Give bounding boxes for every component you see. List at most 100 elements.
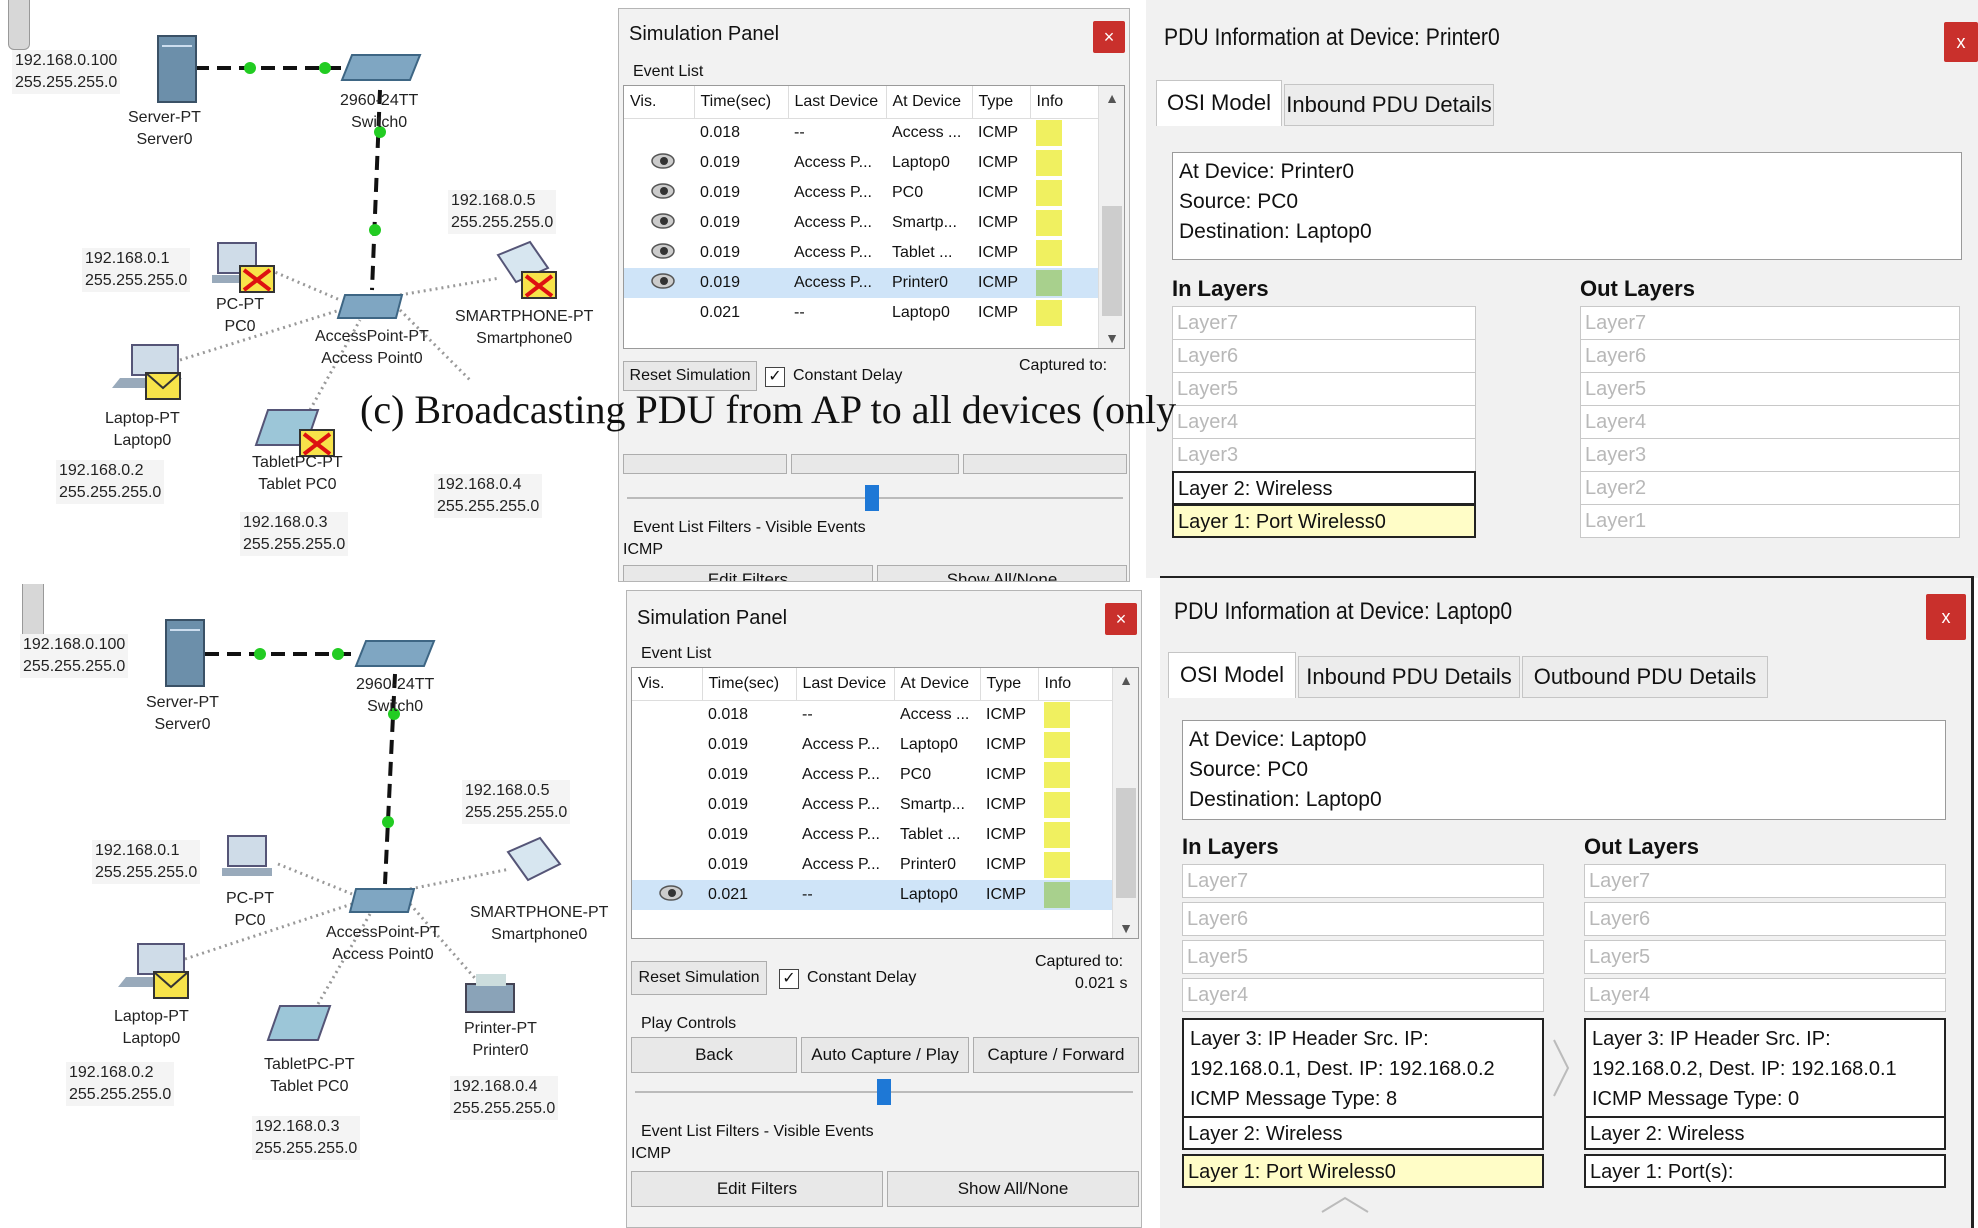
col-at[interactable]: At Device <box>886 86 973 119</box>
col-last[interactable]: Last Device <box>796 668 895 701</box>
layer-7[interactable]: Layer7 <box>1580 306 1960 340</box>
col-last[interactable]: Last Device <box>788 86 887 119</box>
event-row[interactable]: 0.019 Access P... Tablet ... ICMP <box>632 820 1138 850</box>
event-vis[interactable] <box>632 790 702 820</box>
event-vis[interactable] <box>624 118 694 148</box>
event-row[interactable]: 0.019 Access P... Printer0 ICMP <box>632 850 1138 880</box>
event-row[interactable]: 0.019 Access P... Tablet ... ICMP <box>624 238 1124 268</box>
col-vis[interactable]: Vis. <box>632 668 703 701</box>
eye-icon[interactable] <box>650 182 676 200</box>
layer-6[interactable]: Layer6 <box>1182 902 1544 936</box>
play-button[interactable] <box>623 454 787 474</box>
in-layer-2[interactable]: Layer 2: Wireless <box>1182 1116 1544 1150</box>
edit-filters-button[interactable]: Edit Filters <box>623 565 873 581</box>
event-list[interactable]: Vis. Time(sec) Last Device At Device Typ… <box>623 85 1125 349</box>
event-vis[interactable] <box>624 208 694 238</box>
auto-capture-button[interactable]: Auto Capture / Play <box>801 1037 969 1073</box>
event-vis[interactable] <box>632 850 702 880</box>
col-at[interactable]: At Device <box>894 668 981 701</box>
event-vis[interactable] <box>632 880 702 910</box>
layer-5[interactable]: Layer5 <box>1580 372 1960 406</box>
col-type[interactable]: Type <box>972 86 1031 119</box>
col-vis[interactable]: Vis. <box>624 86 695 119</box>
col-time[interactable]: Time(sec) <box>694 86 789 119</box>
out-layer-3[interactable]: Layer 3: IP Header Src. IP: 192.168.0.2,… <box>1584 1018 1946 1118</box>
event-row[interactable]: 0.019 Access P... Laptop0 ICMP <box>624 148 1124 178</box>
scroll-down-icon[interactable]: ▼ <box>1099 330 1124 346</box>
scroll-thumb[interactable] <box>1116 788 1136 898</box>
info-color-swatch[interactable] <box>1044 732 1070 758</box>
event-row[interactable]: 0.018 -- Access ... ICMP <box>632 700 1138 730</box>
back-button[interactable]: Back <box>631 1037 797 1073</box>
event-vis[interactable] <box>624 148 694 178</box>
speed-slider-knob[interactable] <box>865 485 879 511</box>
info-color-swatch[interactable] <box>1036 180 1062 206</box>
speed-slider-knob[interactable] <box>877 1079 891 1105</box>
info-color-swatch[interactable] <box>1036 300 1062 326</box>
scroll-down-icon[interactable]: ▼ <box>1113 920 1138 936</box>
constant-delay-checkbox[interactable]: ✓ <box>779 969 799 989</box>
layer-2[interactable]: Layer2 <box>1580 471 1960 505</box>
layer-4[interactable]: Layer4 <box>1172 405 1476 439</box>
info-color-swatch[interactable] <box>1036 270 1062 296</box>
layer-4[interactable]: Layer4 <box>1580 405 1960 439</box>
layer-6[interactable]: Layer6 <box>1584 902 1946 936</box>
layer-1[interactable]: Layer1 <box>1580 504 1960 538</box>
close-button[interactable]: x <box>1926 594 1966 640</box>
info-color-swatch[interactable] <box>1036 210 1062 236</box>
constant-delay-checkbox[interactable]: ✓ <box>765 367 785 387</box>
col-time[interactable]: Time(sec) <box>702 668 797 701</box>
eye-icon[interactable] <box>658 884 684 902</box>
info-color-swatch[interactable] <box>1036 120 1062 147</box>
out-layer-2[interactable]: Layer 2: Wireless <box>1584 1116 1946 1150</box>
event-vis[interactable] <box>624 298 694 328</box>
close-button[interactable]: × <box>1093 21 1125 53</box>
event-list-scrollbar[interactable]: ▲ ▼ <box>1098 86 1124 348</box>
tab-inbound-pdu[interactable]: Inbound PDU Details <box>1298 656 1520 698</box>
event-row[interactable]: 0.021 -- Laptop0 ICMP <box>624 298 1124 328</box>
info-color-swatch[interactable] <box>1036 240 1062 266</box>
layer-5[interactable]: Layer5 <box>1584 940 1946 974</box>
info-color-swatch[interactable] <box>1044 762 1070 788</box>
event-row[interactable]: 0.019 Access P... Smartp... ICMP <box>624 208 1124 238</box>
edit-filters-button[interactable]: Edit Filters <box>631 1171 883 1207</box>
layer-2[interactable]: Layer 2: Wireless <box>1172 471 1476 505</box>
auto-capture-button[interactable] <box>791 454 959 474</box>
layer-1[interactable]: Layer 1: Port Wireless0 <box>1172 504 1476 538</box>
layer-7[interactable]: Layer7 <box>1584 864 1946 898</box>
eye-icon[interactable] <box>650 212 676 230</box>
event-vis[interactable] <box>624 268 694 298</box>
layer-6[interactable]: Layer6 <box>1580 339 1960 373</box>
event-list[interactable]: Vis. Time(sec) Last Device At Device Typ… <box>631 667 1139 939</box>
event-row[interactable]: 0.019 Access P... Smartp... ICMP <box>632 790 1138 820</box>
tab-osi-model[interactable]: OSI Model <box>1168 652 1296 698</box>
event-row[interactable]: 0.019 Access P... PC0 ICMP <box>632 760 1138 790</box>
layer-5[interactable]: Layer5 <box>1172 372 1476 406</box>
layer-3[interactable]: Layer3 <box>1172 438 1476 472</box>
info-color-swatch[interactable] <box>1044 822 1070 848</box>
event-vis[interactable] <box>632 730 702 760</box>
out-layer-1[interactable]: Layer 1: Port(s): <box>1584 1154 1946 1188</box>
col-type[interactable]: Type <box>980 668 1039 701</box>
layer-7[interactable]: Layer7 <box>1172 306 1476 340</box>
show-all-button[interactable]: Show All/None <box>877 565 1127 581</box>
in-layer-1[interactable]: Layer 1: Port Wireless0 <box>1182 1154 1544 1188</box>
layer-4[interactable]: Layer4 <box>1182 978 1544 1012</box>
tab-osi-model[interactable]: OSI Model <box>1156 80 1282 126</box>
eye-icon[interactable] <box>650 152 676 170</box>
info-color-swatch[interactable] <box>1044 792 1070 818</box>
eye-icon[interactable] <box>650 242 676 260</box>
info-color-swatch[interactable] <box>1036 150 1062 176</box>
close-button[interactable]: × <box>1105 603 1137 635</box>
event-row[interactable]: 0.019 Access P... Printer0 ICMP <box>624 268 1124 298</box>
info-color-swatch[interactable] <box>1044 702 1070 729</box>
layer-6[interactable]: Layer6 <box>1172 339 1476 373</box>
in-layer-3[interactable]: Layer 3: IP Header Src. IP: 192.168.0.1,… <box>1182 1018 1544 1118</box>
info-color-swatch[interactable] <box>1044 852 1070 878</box>
layer-7[interactable]: Layer7 <box>1182 864 1544 898</box>
scroll-up-icon[interactable]: ▲ <box>1099 90 1124 106</box>
event-vis[interactable] <box>624 178 694 208</box>
scroll-thumb[interactable] <box>1102 206 1122 316</box>
tab-outbound-pdu[interactable]: Outbound PDU Details <box>1522 656 1768 698</box>
event-vis[interactable] <box>632 820 702 850</box>
